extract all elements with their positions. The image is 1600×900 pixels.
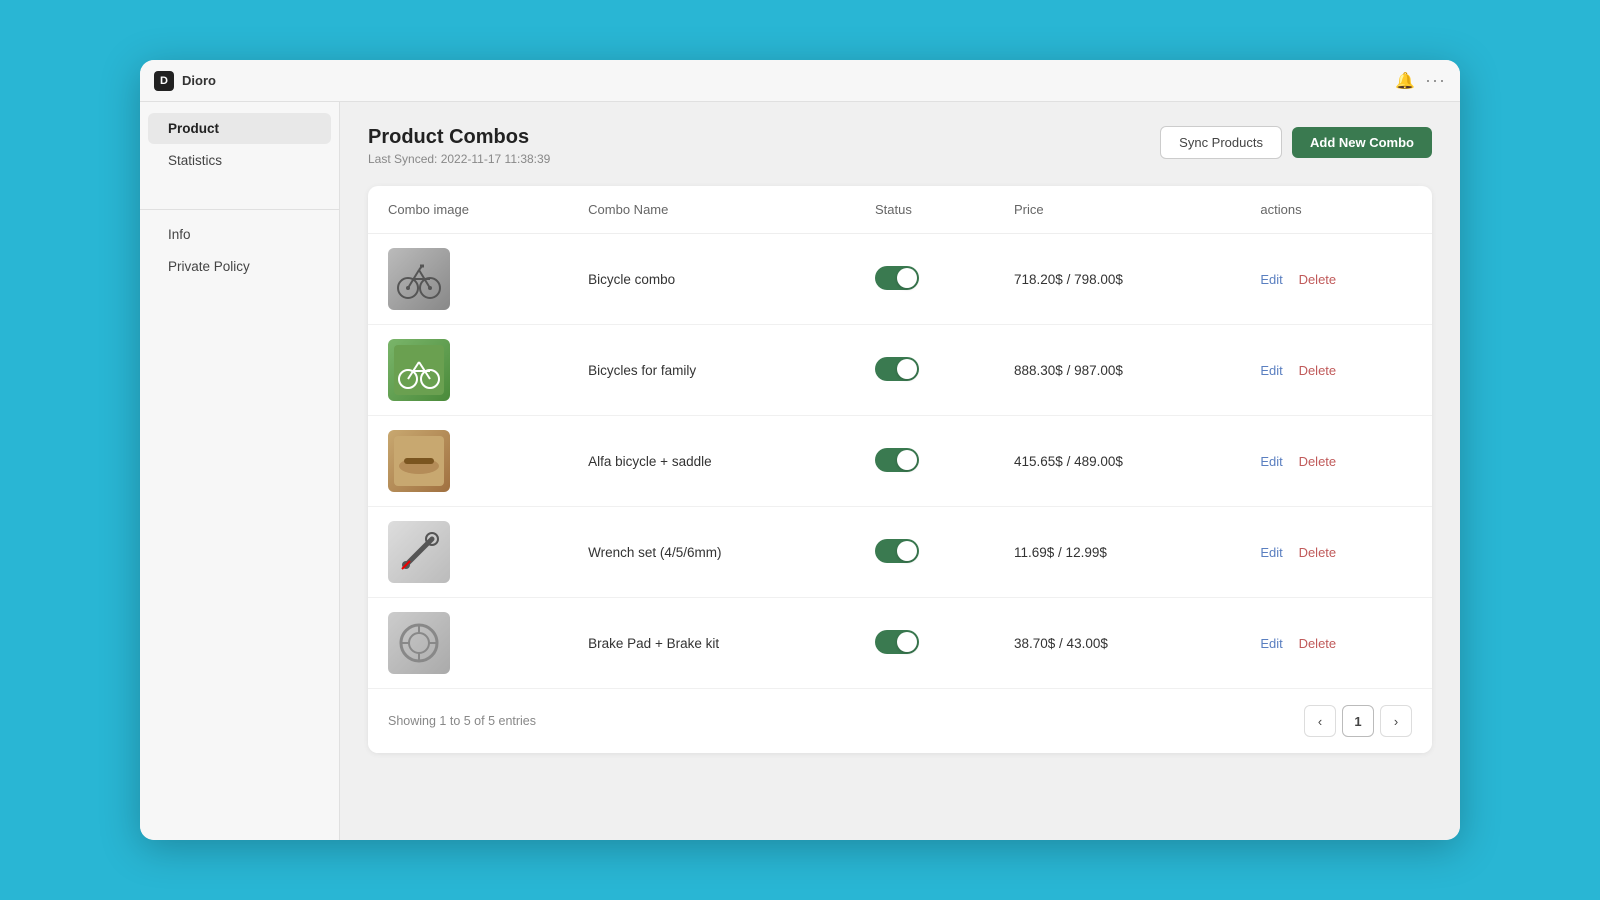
combo-name-cell: Brake Pad + Brake kit xyxy=(568,598,855,689)
edit-button-2[interactable]: Edit xyxy=(1260,363,1282,378)
col-header-name: Combo Name xyxy=(568,186,855,234)
header-actions: Sync Products Add New Combo xyxy=(1160,126,1432,159)
pagination: ‹ 1 › xyxy=(1304,705,1412,737)
combo-image-3 xyxy=(388,430,450,492)
combo-name-cell: Bicycle combo xyxy=(568,234,855,325)
delete-button-2[interactable]: Delete xyxy=(1299,363,1337,378)
main-content: Product Statistics Info Private Policy xyxy=(140,102,1460,840)
delete-button-5[interactable]: Delete xyxy=(1299,636,1337,651)
sync-products-button[interactable]: Sync Products xyxy=(1160,126,1282,159)
sidebar-secondary-section: Info Private Policy xyxy=(140,218,339,283)
combo-image-cell xyxy=(368,325,568,416)
prev-page-button[interactable]: ‹ xyxy=(1304,705,1336,737)
title-bar-right: 🔔 ··· xyxy=(1395,70,1446,91)
combo-image-1 xyxy=(388,248,450,310)
more-options-icon[interactable]: ··· xyxy=(1425,70,1446,91)
combo-status-cell xyxy=(855,416,994,507)
combo-image-2 xyxy=(388,339,450,401)
table-row: Bicycles for family 888.30$ / 987.00$ Edi… xyxy=(368,325,1432,416)
col-header-status: Status xyxy=(855,186,994,234)
title-bar-left: D Dioro xyxy=(154,71,216,91)
status-toggle-1[interactable] xyxy=(875,266,919,290)
delete-button-1[interactable]: Delete xyxy=(1299,272,1337,287)
combo-name-cell: Alfa bicycle + saddle xyxy=(568,416,855,507)
combo-image-4 xyxy=(388,521,450,583)
combo-status-cell xyxy=(855,598,994,689)
col-header-price: Price xyxy=(994,186,1240,234)
combo-price-cell: 888.30$ / 987.00$ xyxy=(994,325,1240,416)
sidebar-item-privacy[interactable]: Private Policy xyxy=(148,251,331,282)
page-header-text: Product Combos Last Synced: 2022-11-17 1… xyxy=(368,126,550,166)
edit-button-1[interactable]: Edit xyxy=(1260,272,1282,287)
col-header-actions: actions xyxy=(1240,186,1432,234)
app-window: D Dioro 🔔 ··· Product Statistics Inf xyxy=(140,60,1460,840)
combo-name-cell: Wrench set (4/5/6mm) xyxy=(568,507,855,598)
app-title: Dioro xyxy=(182,73,216,88)
combo-image-cell xyxy=(368,234,568,325)
table-row: Bicycle combo 718.20$ / 798.00$ Edit Dele… xyxy=(368,234,1432,325)
sidebar: Product Statistics Info Private Policy xyxy=(140,102,340,840)
sidebar-item-statistics[interactable]: Statistics xyxy=(148,145,331,176)
status-toggle-2[interactable] xyxy=(875,357,919,381)
title-bar: D Dioro 🔔 ··· xyxy=(140,60,1460,102)
col-header-image: Combo image xyxy=(368,186,568,234)
combo-image-5 xyxy=(388,612,450,674)
combo-actions-cell: Edit Delete xyxy=(1240,234,1432,325)
combos-table: Combo image Combo Name Status Price acti… xyxy=(368,186,1432,688)
status-toggle-5[interactable] xyxy=(875,630,919,654)
edit-button-3[interactable]: Edit xyxy=(1260,454,1282,469)
combo-actions-cell: Edit Delete xyxy=(1240,416,1432,507)
combo-status-cell xyxy=(855,325,994,416)
page-header: Product Combos Last Synced: 2022-11-17 1… xyxy=(368,126,1432,166)
notification-icon[interactable]: 🔔 xyxy=(1395,71,1415,91)
combo-actions-cell: Edit Delete xyxy=(1240,507,1432,598)
page-title: Product Combos xyxy=(368,126,550,149)
status-toggle-4[interactable] xyxy=(875,539,919,563)
next-page-button[interactable]: › xyxy=(1380,705,1412,737)
table-header-row: Combo image Combo Name Status Price acti… xyxy=(368,186,1432,234)
showing-text: Showing 1 to 5 of 5 entries xyxy=(388,714,536,728)
add-new-combo-button[interactable]: Add New Combo xyxy=(1292,127,1432,158)
status-toggle-3[interactable] xyxy=(875,448,919,472)
table-row: Wrench set (4/5/6mm) 11.69$ / 12.99$ Edit… xyxy=(368,507,1432,598)
sidebar-divider xyxy=(140,209,339,210)
combo-price-cell: 38.70$ / 43.00$ xyxy=(994,598,1240,689)
delete-button-3[interactable]: Delete xyxy=(1299,454,1337,469)
combo-image-cell xyxy=(368,416,568,507)
sidebar-item-info[interactable]: Info xyxy=(148,219,331,250)
combo-actions-cell: Edit Delete xyxy=(1240,598,1432,689)
combo-status-cell xyxy=(855,507,994,598)
sidebar-item-product[interactable]: Product xyxy=(148,113,331,144)
app-logo: D xyxy=(154,71,174,91)
combo-image-cell xyxy=(368,507,568,598)
sidebar-main-section: Product Statistics xyxy=(140,112,339,177)
delete-button-4[interactable]: Delete xyxy=(1299,545,1337,560)
last-synced-text: Last Synced: 2022-11-17 11:38:39 xyxy=(368,152,550,166)
content-area: Product Combos Last Synced: 2022-11-17 1… xyxy=(340,102,1460,840)
edit-button-4[interactable]: Edit xyxy=(1260,545,1282,560)
combo-actions-cell: Edit Delete xyxy=(1240,325,1432,416)
table-row: Alfa bicycle + saddle 415.65$ / 489.00$ E… xyxy=(368,416,1432,507)
combo-price-cell: 11.69$ / 12.99$ xyxy=(994,507,1240,598)
table-row: Brake Pad + Brake kit 38.70$ / 43.00$ Edi… xyxy=(368,598,1432,689)
combo-price-cell: 718.20$ / 798.00$ xyxy=(994,234,1240,325)
edit-button-5[interactable]: Edit xyxy=(1260,636,1282,651)
combo-status-cell xyxy=(855,234,994,325)
table-footer: Showing 1 to 5 of 5 entries ‹ 1 › xyxy=(368,688,1432,753)
combo-name-cell: Bicycles for family xyxy=(568,325,855,416)
combo-price-cell: 415.65$ / 489.00$ xyxy=(994,416,1240,507)
table-container: Combo image Combo Name Status Price acti… xyxy=(368,186,1432,753)
combo-image-cell xyxy=(368,598,568,689)
page-1-button[interactable]: 1 xyxy=(1342,705,1374,737)
